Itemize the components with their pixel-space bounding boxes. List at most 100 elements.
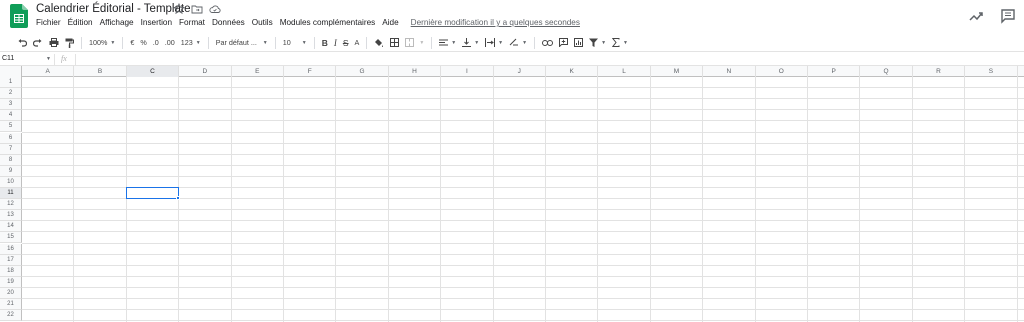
- row-header-16[interactable]: 16: [0, 243, 22, 255]
- row-header-8[interactable]: 8: [0, 154, 22, 166]
- cloud-saved-icon[interactable]: [209, 3, 221, 15]
- print-icon[interactable]: [46, 36, 62, 50]
- font-family-select[interactable]: Par défaut ... ▼: [213, 36, 271, 50]
- font-size-select[interactable]: 10 ▼: [280, 36, 310, 50]
- menu-modules[interactable]: Modules complémentaires: [280, 18, 376, 27]
- row-header-6[interactable]: 6: [0, 132, 22, 144]
- insert-link-icon[interactable]: [539, 36, 556, 50]
- document-title[interactable]: Calendrier Éditorial - Template: [36, 3, 190, 15]
- column-header-p[interactable]: P: [808, 66, 861, 77]
- insert-chart-icon[interactable]: [571, 36, 586, 50]
- column-header-m[interactable]: M: [651, 66, 704, 77]
- vertical-align-icon[interactable]: ▼: [459, 36, 482, 50]
- menu-aide[interactable]: Aide: [382, 18, 398, 27]
- fill-color-icon[interactable]: [371, 36, 387, 50]
- caret-down-icon[interactable]: ▼: [46, 56, 51, 62]
- row-header-18[interactable]: 18: [0, 265, 22, 277]
- horizontal-align-icon[interactable]: ▼: [436, 36, 459, 50]
- row-header-10[interactable]: 10: [0, 176, 22, 188]
- row-header-13[interactable]: 13: [0, 210, 22, 222]
- row-header-15[interactable]: 15: [0, 232, 22, 244]
- redo-icon[interactable]: [30, 36, 46, 50]
- select-all-corner[interactable]: [0, 66, 22, 77]
- column-header-d[interactable]: D: [179, 66, 232, 77]
- caret-down-icon: ▼: [601, 39, 607, 46]
- move-folder-icon[interactable]: [191, 3, 203, 15]
- menu-insertion[interactable]: Insertion: [141, 18, 172, 27]
- column-header-s[interactable]: S: [965, 66, 1018, 77]
- text-rotation-icon[interactable]: ▼: [506, 36, 530, 50]
- column-header-a[interactable]: A: [22, 66, 75, 77]
- bold-button[interactable]: B: [319, 36, 331, 50]
- currency-format-button[interactable]: €: [127, 36, 137, 50]
- column-header-k[interactable]: K: [546, 66, 599, 77]
- column-header-r[interactable]: R: [913, 66, 966, 77]
- column-gridline: [754, 77, 756, 322]
- number-format-select[interactable]: 123 ▼: [178, 36, 204, 50]
- menu-outils[interactable]: Outils: [252, 18, 273, 27]
- column-header-i[interactable]: I: [441, 66, 494, 77]
- menu-format[interactable]: Format: [179, 18, 205, 27]
- comments-icon[interactable]: [1000, 8, 1016, 24]
- row-header-19[interactable]: 19: [0, 276, 22, 288]
- filter-icon[interactable]: ▼: [586, 36, 609, 50]
- column-header-h[interactable]: H: [389, 66, 442, 77]
- row-header-20[interactable]: 20: [0, 287, 22, 299]
- row-gridline: [22, 87, 1024, 89]
- row-header-2[interactable]: 2: [0, 88, 22, 100]
- column-header-j[interactable]: J: [494, 66, 546, 77]
- italic-button[interactable]: I: [331, 36, 340, 50]
- column-gridline: [807, 77, 808, 322]
- functions-sigma-icon[interactable]: ▼: [609, 36, 631, 50]
- row-header-5[interactable]: 5: [0, 121, 22, 133]
- column-header-b[interactable]: B: [74, 66, 127, 77]
- decrease-decimal-button[interactable]: .0: [150, 36, 162, 50]
- column-header-f[interactable]: F: [284, 66, 337, 77]
- fill-handle[interactable]: [176, 196, 181, 201]
- column-header-n[interactable]: N: [703, 66, 756, 77]
- last-edit-link[interactable]: Dernière modification il y a quelques se…: [411, 18, 580, 27]
- insert-comment-icon[interactable]: [556, 36, 571, 50]
- column-gridline: [335, 77, 337, 322]
- undo-icon[interactable]: [14, 36, 30, 50]
- row-header-17[interactable]: 17: [0, 254, 22, 266]
- row-header-12[interactable]: 12: [0, 199, 22, 211]
- text-color-button[interactable]: A: [352, 36, 363, 50]
- column-header-g[interactable]: G: [336, 66, 389, 77]
- spreadsheet-grid[interactable]: A B C D E F G H I J K L M N O P Q R S 1 2 3 4 5 6 7 8 9 10 11 12 13 14 15…: [0, 66, 1024, 322]
- activity-trend-icon[interactable]: [968, 8, 984, 24]
- column-header-c[interactable]: C: [126, 66, 180, 77]
- row-header-9[interactable]: 9: [0, 165, 22, 177]
- formula-input[interactable]: [80, 54, 1020, 65]
- strikethrough-button[interactable]: S: [340, 36, 352, 50]
- name-box[interactable]: C11: [2, 55, 52, 62]
- menu-affichage[interactable]: Affichage: [100, 18, 134, 27]
- merge-cells-icon[interactable]: ▼: [402, 36, 427, 50]
- row-header-21[interactable]: 21: [0, 299, 22, 311]
- row-header-1[interactable]: 1: [0, 77, 22, 89]
- borders-icon[interactable]: [387, 36, 402, 50]
- increase-decimal-button[interactable]: .00: [162, 36, 178, 50]
- star-icon[interactable]: [173, 3, 185, 15]
- row-header-4[interactable]: 4: [0, 110, 22, 122]
- sheets-logo-icon[interactable]: [10, 4, 28, 28]
- text-wrap-icon[interactable]: ▼: [482, 36, 506, 50]
- menu-donnees[interactable]: Données: [212, 18, 245, 27]
- menu-fichier[interactable]: Fichier: [36, 18, 61, 27]
- column-header-q[interactable]: Q: [860, 66, 913, 77]
- column-header-l[interactable]: L: [598, 66, 651, 77]
- selected-cell[interactable]: [125, 187, 180, 200]
- row-header-7[interactable]: 7: [0, 143, 22, 155]
- row-header-3[interactable]: 3: [0, 99, 22, 111]
- column-header-o[interactable]: O: [756, 66, 808, 77]
- row-header-14[interactable]: 14: [0, 221, 22, 233]
- caret-down-icon: ▼: [498, 39, 504, 46]
- column-header-e[interactable]: E: [232, 66, 284, 77]
- percent-format-button[interactable]: %: [137, 36, 149, 50]
- row-gridline: [22, 164, 1024, 166]
- row-header-11[interactable]: 11: [0, 188, 22, 200]
- menu-edition[interactable]: Édition: [68, 18, 93, 27]
- paint-format-icon[interactable]: [62, 36, 77, 50]
- row-header-22[interactable]: 22: [0, 310, 22, 322]
- zoom-select[interactable]: 100% ▼: [86, 36, 118, 50]
